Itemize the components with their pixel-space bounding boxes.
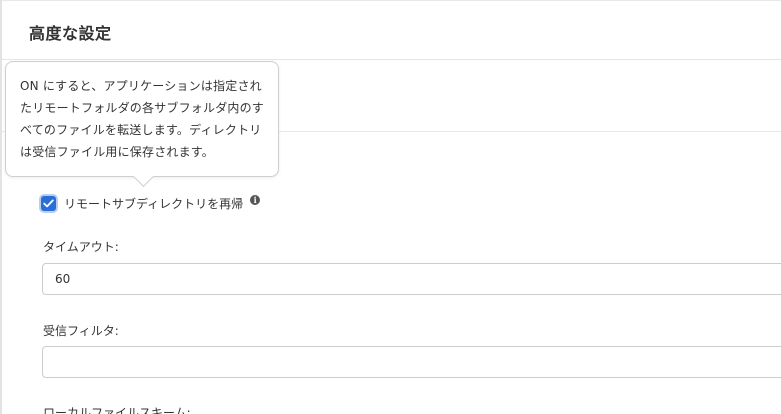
page-title: 高度な設定 [29, 24, 112, 43]
recurse-subdirectories-label[interactable]: リモートサブディレクトリを再帰 [64, 195, 243, 212]
info-icon[interactable]: i [250, 195, 261, 205]
receive-filter-label: 受信フィルタ: [43, 324, 119, 338]
recurse-subdirectories-checkbox[interactable] [41, 195, 56, 211]
receive-filter-input[interactable] [42, 346, 781, 378]
panel-header: 高度な設定 [2, 0, 781, 60]
timeout-label: タイムアウト: [43, 240, 119, 254]
timeout-input[interactable] [42, 263, 781, 295]
local-file-scheme-label: ローカルファイルスキーム: [43, 406, 191, 414]
tooltip-arrow [132, 165, 155, 188]
tooltip-text: ON にすると、アプリケーションは指定されたリモートフォルダの各サブフォルダ内の… [20, 79, 265, 159]
checkmark-icon [43, 199, 54, 207]
recurse-help-tooltip: ON にすると、アプリケーションは指定されたリモートフォルダの各サブフォルダ内の… [5, 61, 279, 188]
panel-left-border [0, 0, 2, 414]
recurse-subdirectories-option: リモートサブディレクトリを再帰 i [41, 193, 261, 213]
advanced-settings-panel: 高度な設定 ON にすると、アプリケーションは指定されたリモートフォルダの各サブ… [0, 0, 781, 414]
